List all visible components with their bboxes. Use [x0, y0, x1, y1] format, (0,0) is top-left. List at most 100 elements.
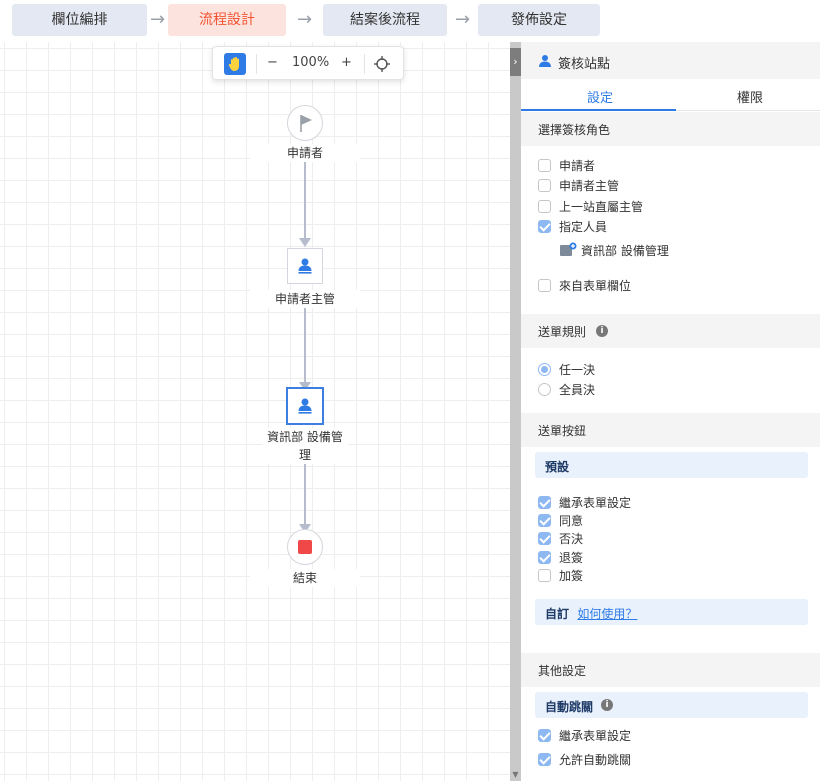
checkbox-checked[interactable]	[538, 496, 551, 509]
step-arrow-icon: →	[455, 9, 471, 30]
assigned-member[interactable]: 資訊部 設備管理	[559, 242, 669, 260]
other-section-header: 其他設定	[521, 653, 820, 687]
checkbox-checked[interactable]	[538, 514, 551, 527]
role-option[interactable]: 申請者	[538, 158, 595, 176]
tab-permissions[interactable]: 權限	[737, 87, 763, 106]
canvas-toolbar: − 100% +	[212, 46, 404, 80]
send-rule-option[interactable]: 全員決	[538, 382, 595, 400]
custom-label: 自訂 如何使用？	[545, 605, 637, 622]
panel-tabs: 設定 權限	[521, 79, 820, 111]
custom-box: 自訂 如何使用？	[535, 599, 808, 625]
other-heading: 其他設定	[538, 664, 587, 678]
role-option-label: 指定人員	[559, 220, 608, 234]
how-to-use-link[interactable]: 如何使用？	[577, 607, 637, 621]
recenter-button[interactable]	[373, 55, 391, 73]
panel-header: 簽核站點	[521, 42, 820, 79]
person-icon	[539, 55, 551, 67]
custom-label-text: 自訂	[545, 607, 570, 621]
flow-edge	[304, 160, 306, 238]
other-option-label: 繼承表單設定	[559, 729, 632, 743]
send-rule-label: 全員決	[559, 383, 596, 397]
radio-selected[interactable]	[538, 363, 551, 376]
role-option-label: 申請者	[559, 159, 596, 173]
role-option[interactable]: 申請者主管	[538, 178, 619, 196]
preset-box: 預設	[535, 452, 808, 478]
flow-edge	[304, 304, 306, 382]
scroll-down-icon[interactable]: ▼	[510, 769, 521, 781]
dept-node[interactable]	[286, 387, 324, 425]
zoom-in-button[interactable]: +	[341, 55, 352, 70]
checkbox[interactable]	[538, 200, 551, 213]
other-option-label: 允許自動跳關	[559, 753, 632, 767]
person-icon	[298, 398, 312, 414]
add-member-icon	[560, 242, 577, 256]
roles-section-header: 選擇簽核角色	[521, 112, 820, 146]
step-arrow-icon: →	[150, 9, 166, 30]
info-icon[interactable]: i	[596, 325, 608, 337]
checkbox-checked[interactable]	[538, 532, 551, 545]
radio[interactable]	[538, 383, 551, 396]
start-node[interactable]	[287, 105, 323, 141]
other-option[interactable]: 允許自動跳關	[538, 752, 631, 770]
buttons-heading: 送單按鈕	[538, 424, 587, 438]
checkbox-checked[interactable]	[538, 551, 551, 564]
role-option-form-field[interactable]: 來自表單欄位	[538, 278, 631, 296]
role-option-label: 上一站直屬主管	[559, 200, 644, 214]
collapse-panel-button[interactable]: ›	[510, 48, 521, 76]
hand-icon	[228, 57, 239, 71]
role-option-label: 來自表單欄位	[559, 279, 632, 293]
role-option[interactable]: 上一站直屬主管	[538, 199, 643, 217]
person-icon	[298, 258, 312, 274]
send-rule-option[interactable]: 任一決	[538, 362, 595, 380]
end-node[interactable]	[287, 529, 323, 565]
button-option[interactable]: 退簽	[538, 550, 583, 568]
info-icon[interactable]: i	[601, 699, 613, 711]
checkbox-checked[interactable]	[538, 220, 551, 233]
button-option-label: 繼承表單設定	[559, 496, 632, 510]
zoom-out-button[interactable]: −	[267, 55, 278, 70]
flow-canvas[interactable]: − 100% + 申請者 申請者主管 資訊部 設備管理 結束	[0, 42, 510, 781]
checkbox[interactable]	[538, 179, 551, 192]
tab-settings[interactable]: 設定	[587, 87, 613, 106]
button-option[interactable]: 同意	[538, 513, 583, 531]
send-rule-label: 任一決	[559, 363, 596, 377]
start-node-label: 申請者	[250, 144, 360, 162]
role-option-label: 申請者主管	[559, 179, 620, 193]
step-publish-settings[interactable]: 發佈設定	[478, 4, 600, 36]
send-rule-section-header: 送單規則 i	[521, 314, 820, 348]
preset-label: 預設	[545, 460, 570, 474]
flag-icon	[300, 115, 312, 132]
button-option-label: 加簽	[559, 569, 584, 583]
checkbox[interactable]	[538, 569, 551, 582]
step-arrow-icon: →	[297, 9, 313, 30]
button-option[interactable]: 否決	[538, 531, 583, 549]
step-field-layout[interactable]: 欄位編排	[12, 4, 147, 36]
auto-jump-label: 自動跳關	[545, 700, 594, 714]
button-option[interactable]: 繼承表單設定	[538, 495, 631, 513]
auto-jump-box: 自動跳關 i	[535, 692, 808, 718]
pan-hand-button[interactable]	[224, 53, 246, 75]
checkbox[interactable]	[538, 159, 551, 172]
step-post-close-flow[interactable]: 結案後流程	[323, 4, 447, 36]
chevron-right-icon: ›	[513, 55, 518, 68]
buttons-section-header: 送單按鈕	[521, 413, 820, 447]
checkbox-checked[interactable]	[538, 729, 551, 742]
toolbar-divider	[256, 54, 257, 74]
step-bar: 欄位編排 → 流程設計 → 結案後流程 → 發佈設定	[0, 0, 820, 40]
send-rule-heading: 送單規則	[538, 325, 587, 339]
assigned-member-label: 資訊部 設備管理	[581, 244, 669, 258]
dept-node-label: 資訊部 設備管理	[262, 428, 348, 464]
arrow-down-icon	[299, 238, 311, 247]
button-option[interactable]: 加簽	[538, 568, 583, 586]
button-option-label: 否決	[559, 532, 584, 546]
step-flow-design[interactable]: 流程設計	[168, 4, 286, 36]
checkbox[interactable]	[538, 279, 551, 292]
active-tab-indicator	[521, 109, 676, 111]
manager-node[interactable]	[287, 248, 323, 284]
checkbox-checked[interactable]	[538, 753, 551, 766]
panel-splitter[interactable]: › ▼	[510, 42, 521, 781]
crosshair-icon	[374, 56, 390, 72]
button-option-label: 同意	[559, 514, 584, 528]
role-option[interactable]: 指定人員	[538, 219, 607, 237]
other-option[interactable]: 繼承表單設定	[538, 728, 631, 746]
